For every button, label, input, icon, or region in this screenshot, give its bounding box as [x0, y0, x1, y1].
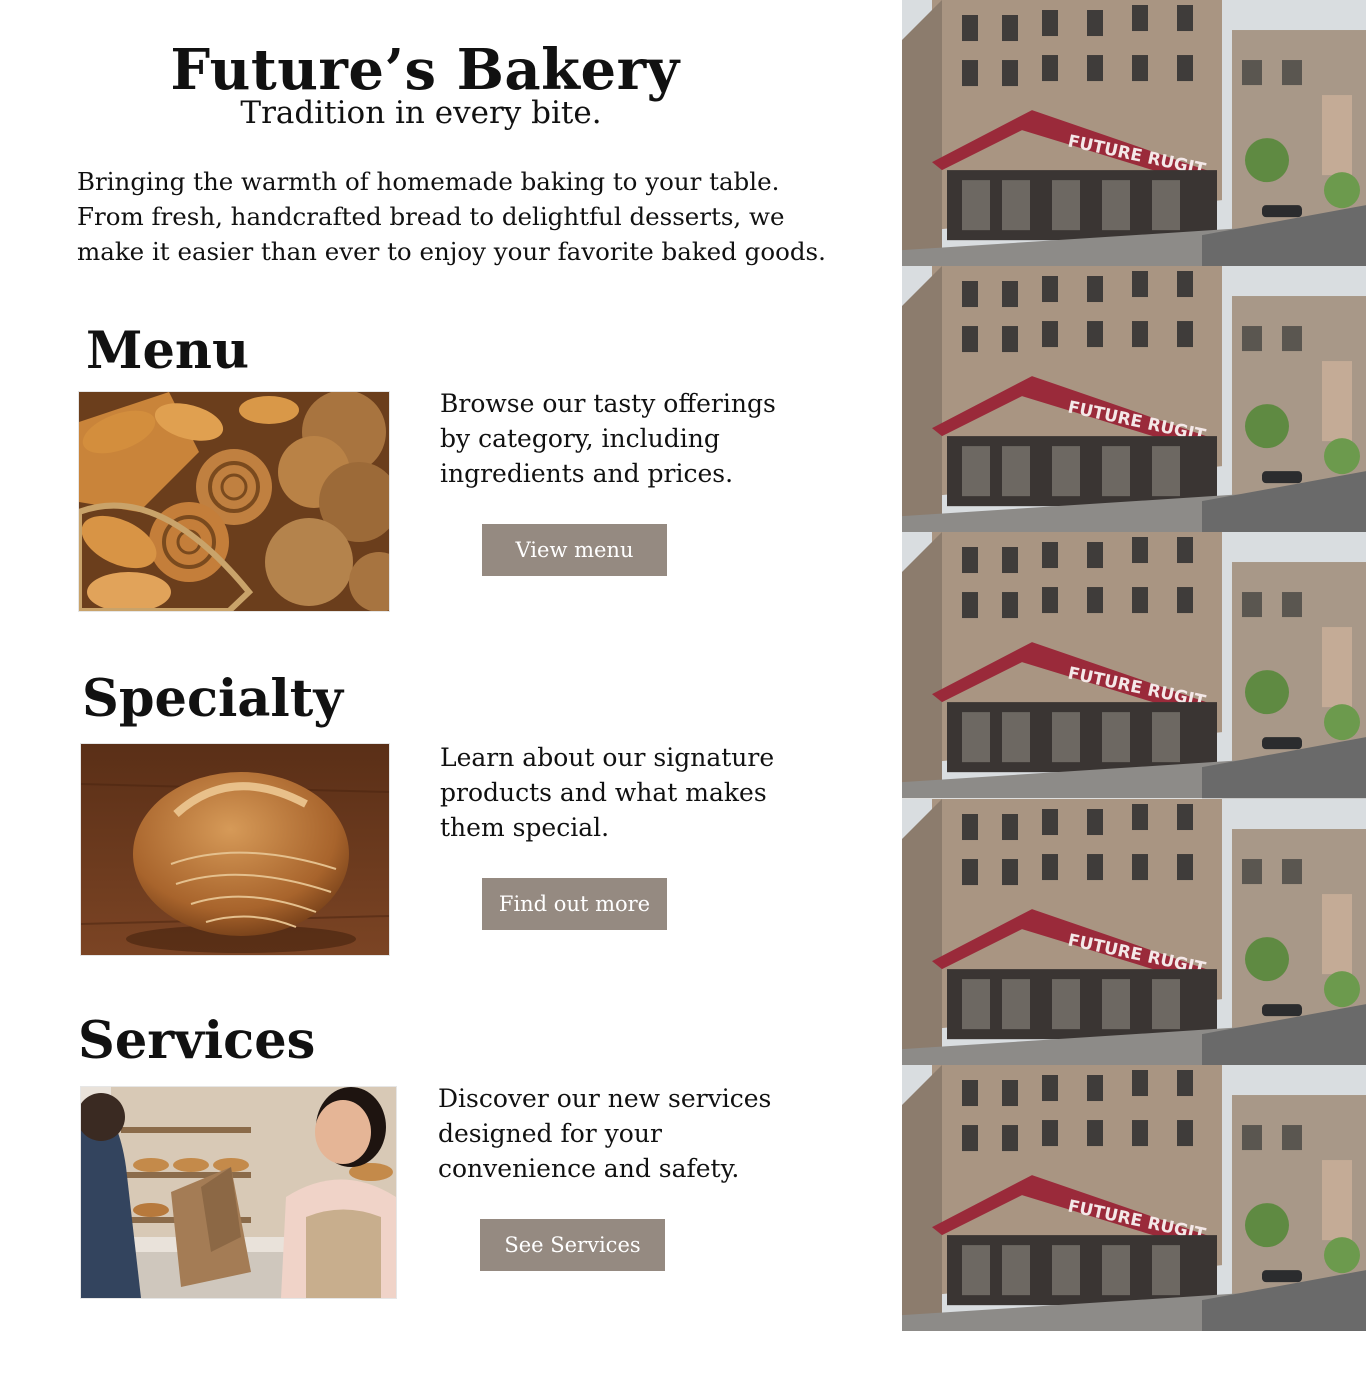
sourdough-loaf-photo	[80, 743, 390, 956]
bakery-home-page: Future’s Bakery Tradition in every bite.…	[0, 0, 1366, 1397]
pastry-basket-photo	[78, 391, 390, 612]
specialty-heading: Specialty	[82, 669, 343, 729]
specialty-description: Learn about our signature products and w…	[440, 743, 775, 842]
menu-description: Browse our tasty offerings by category, …	[440, 389, 776, 488]
bakery-storefront-photo: FUTURE RUGIT	[902, 798, 1366, 1065]
storefront-gallery: FUTURE RUGIT FUTURE RUGIT FUTURE RUGIT F…	[902, 0, 1366, 1331]
bakery-storefront-photo: FUTURE RUGIT	[902, 532, 1366, 799]
services-heading: Services	[78, 1011, 316, 1071]
view-menu-button[interactable]: View menu	[482, 524, 667, 576]
services-description: Discover our new services designed for y…	[438, 1084, 772, 1183]
bakery-storefront-photo: FUTURE RUGIT	[902, 266, 1366, 533]
counter-service-photo	[80, 1086, 397, 1299]
menu-heading: Menu	[86, 321, 250, 381]
site-tagline: Tradition in every bite.	[240, 95, 602, 131]
bakery-storefront-photo: FUTURE RUGIT	[902, 0, 1366, 267]
find-out-more-button[interactable]: Find out more	[482, 878, 667, 930]
bakery-storefront-photo: FUTURE RUGIT	[902, 1064, 1366, 1331]
intro-paragraph: Bringing the warmth of homemade baking t…	[77, 167, 826, 266]
site-title: Future’s Bakery	[170, 37, 680, 103]
see-services-button[interactable]: See Services	[480, 1219, 665, 1271]
